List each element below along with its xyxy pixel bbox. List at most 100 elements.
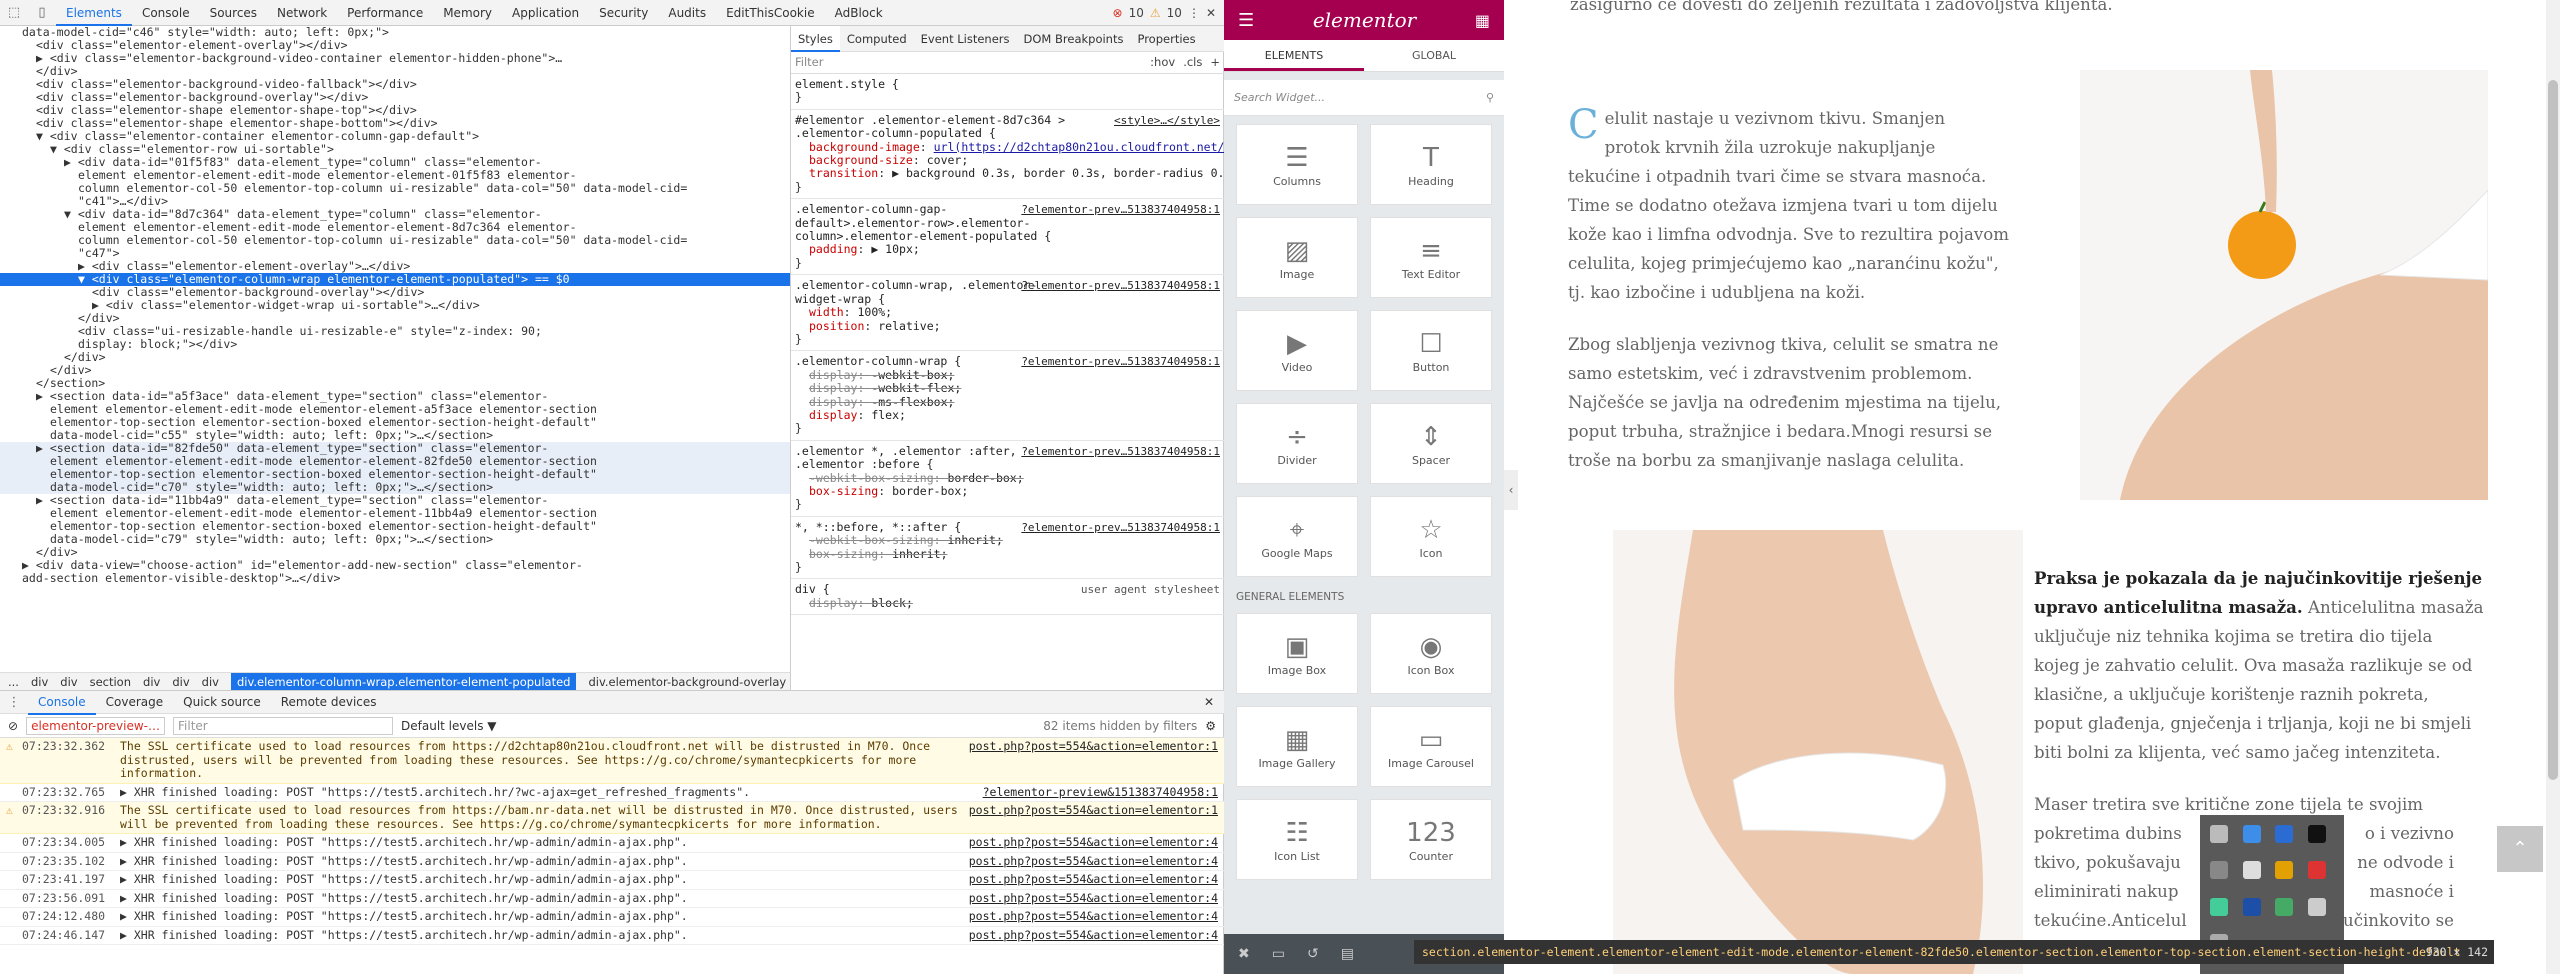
css-declaration[interactable]: display: -webkit-box; (795, 368, 1220, 382)
dom-tree-line[interactable]: "c47"> (0, 247, 790, 260)
tray-app-icon[interactable] (2210, 897, 2228, 916)
dom-tree-line[interactable]: <div class="ui-resizable-handle ui-resiz… (0, 325, 790, 338)
drawer-close-icon[interactable]: ✕ (1204, 695, 1224, 709)
devtools-tab[interactable]: AdBlock (825, 0, 893, 26)
widget-icon-list[interactable]: ☷ Icon List (1236, 799, 1358, 880)
css-declaration[interactable]: -webkit-box-sizing: border-box; (795, 471, 1220, 485)
drawer-menu-icon[interactable]: ⋮ (0, 695, 28, 710)
css-declaration[interactable]: position: relative; (795, 319, 1220, 333)
styles-tab[interactable]: Computed (840, 26, 914, 52)
dom-tree-line[interactable]: ▶ <div class="elementor-widget-wrap ui-s… (0, 299, 790, 312)
css-declaration[interactable]: width: 100%; (795, 305, 1220, 319)
dom-tree-line[interactable]: </section> (0, 377, 790, 390)
dom-tree-line[interactable]: ▶ <div data-id="01f5f83" data-element_ty… (0, 156, 790, 169)
elements-dom-tree[interactable]: data-model-cid="c46" style="width: auto;… (0, 26, 790, 672)
collapse-panel-icon[interactable]: ‹ (1504, 470, 1518, 510)
widget-heading[interactable]: T Heading (1370, 124, 1492, 205)
console-source-link[interactable]: post.php?post=554&action=elementor:4 (969, 928, 1218, 943)
dom-tree-line[interactable]: ▶ <section data-id="11bb4a9" data-elemen… (0, 494, 790, 507)
dom-tree-line[interactable]: data-model-cid="c55" style="width: auto;… (0, 429, 790, 442)
tray-app-icon[interactable] (2275, 861, 2293, 880)
dom-tree-line[interactable]: </div> (0, 364, 790, 377)
inspect-element-icon[interactable]: ⬚ (0, 5, 28, 20)
responsive-mode-icon[interactable]: ▭ (1272, 946, 1285, 962)
elementor-tab[interactable]: GLOBAL (1364, 40, 1504, 71)
device-toolbar-icon[interactable]: ▯ (28, 5, 56, 20)
console-text[interactable]: ▶ XHR finished loading: POST "https://te… (120, 785, 973, 800)
css-declaration[interactable]: display: -webkit-flex; (795, 381, 1220, 395)
console-text[interactable]: ▶ XHR finished loading: POST "https://te… (120, 909, 959, 924)
console-source-link[interactable]: post.php?post=554&action=elementor:4 (969, 891, 1218, 906)
devtools-tab[interactable]: Sources (200, 0, 267, 26)
dom-tree-line[interactable]: <div class="elementor-shape elementor-sh… (0, 117, 790, 130)
widget-counter[interactable]: 123 Counter (1370, 799, 1492, 880)
breadcrumb-item[interactable]: div (31, 675, 48, 689)
tray-security-icon[interactable] (2275, 897, 2293, 916)
dom-tree-line[interactable]: ▼ <div data-id="8d7c364" data-element_ty… (0, 208, 790, 221)
tray-dropbox-icon[interactable] (2242, 825, 2261, 843)
styles-tab[interactable]: Properties (1130, 26, 1202, 52)
css-declaration[interactable]: box-sizing: inherit; (795, 547, 1220, 561)
styles-filter-tool[interactable]: .cls (1183, 55, 1202, 69)
tray-app-icon[interactable] (2242, 897, 2261, 916)
warning-count[interactable]: 10 (1167, 6, 1182, 20)
widget-button[interactable]: ☐ Button (1370, 310, 1492, 391)
console-text[interactable]: ▶ XHR finished loading: POST "https://te… (120, 835, 959, 850)
console-text[interactable]: The SSL certificate used to load resourc… (120, 803, 959, 831)
dom-tree-line[interactable]: <div class="elementor-background-video-f… (0, 78, 790, 91)
dom-tree-line[interactable]: ▶ <div class="elementor-background-video… (0, 52, 790, 65)
warning-icon[interactable]: ⚠ (1150, 6, 1161, 20)
drawer-tab[interactable]: Remote devices (271, 689, 387, 715)
widget-text-editor[interactable]: ≡ Text Editor (1370, 217, 1492, 298)
console-filter-input[interactable]: Filter (173, 716, 394, 735)
css-declaration[interactable]: display: flex; (795, 408, 1220, 422)
devtools-tab[interactable]: Memory (433, 0, 502, 26)
console-source-link[interactable]: post.php?post=554&action=elementor:4 (969, 872, 1218, 887)
close-icon[interactable]: ✕ (1206, 6, 1216, 20)
css-declaration[interactable]: transition: ▶ background 0.3s, border 0.… (795, 167, 1224, 180)
console-settings-icon[interactable]: ⚙ (1205, 719, 1224, 733)
css-declaration[interactable]: background-image: url(https://d2chtap80n… (795, 140, 1224, 154)
css-declaration[interactable]: -webkit-box-sizing: inherit; (795, 533, 1220, 547)
console-source-link[interactable]: post.php?post=554&action=elementor:4 (969, 854, 1218, 869)
history-icon[interactable]: ↺ (1307, 946, 1319, 962)
dom-tree-line[interactable]: data-model-cid="c79" style="width: auto;… (0, 533, 790, 546)
styles-tab[interactable]: Event Listeners (914, 26, 1017, 52)
devtools-tab[interactable]: Network (267, 0, 337, 26)
css-declaration[interactable]: display: block; (795, 596, 1220, 610)
console-text[interactable]: ▶ XHR finished loading: POST "https://te… (120, 928, 959, 943)
widget-search[interactable]: Search Widget... ⚲ (1224, 80, 1504, 116)
dom-tree-line[interactable]: display: block;"></div> (0, 338, 790, 351)
widget-image[interactable]: ▨ Image (1236, 217, 1358, 298)
widget-icon-box[interactable]: ◉ Icon Box (1370, 613, 1492, 694)
breadcrumb-item[interactable]: div (172, 675, 189, 689)
drawer-tab[interactable]: Console (28, 689, 96, 715)
dom-tree-line[interactable]: ▶ <div data-view="choose-action" id="ele… (0, 559, 790, 572)
styles-filter-input[interactable]: Filter (795, 55, 823, 69)
navigator-icon[interactable]: ▤ (1341, 946, 1354, 962)
widget-google-maps[interactable]: ⌖ Google Maps (1236, 496, 1358, 577)
clear-console-icon[interactable]: ⊘ (8, 719, 18, 733)
dom-tree-line[interactable]: <div class="elementor-element-overlay"><… (0, 39, 790, 52)
console-source-link[interactable]: post.php?post=554&action=elementor:1 (969, 803, 1218, 831)
console-source-link[interactable]: post.php?post=554&action=elementor:4 (969, 835, 1218, 850)
widget-video[interactable]: ▶ Video (1236, 310, 1358, 391)
widget-spacer[interactable]: ⇕ Spacer (1370, 403, 1492, 484)
drawer-tab[interactable]: Quick source (173, 689, 271, 715)
dom-tree-line[interactable]: column elementor-col-50 elementor-top-co… (0, 234, 790, 247)
hamburger-menu-icon[interactable]: ☰ (1238, 10, 1254, 31)
breadcrumb-item[interactable]: div (202, 675, 219, 689)
dom-tree-line[interactable]: ▶ <section data-id="82fde50" data-elemen… (0, 442, 790, 455)
widget-image-gallery[interactable]: ▦ Image Gallery (1236, 706, 1358, 787)
styles-filter-tool[interactable]: + (1210, 55, 1220, 69)
dom-tree-line[interactable]: "c41">…</div> (0, 195, 790, 208)
dom-tree-line[interactable]: ▶ <section data-id="a5f3ace" data-elemen… (0, 390, 790, 403)
drawer-tab[interactable]: Coverage (96, 689, 174, 715)
elementor-tab[interactable]: ELEMENTS (1224, 40, 1364, 71)
devtools-tab[interactable]: Application (502, 0, 589, 26)
tray-app-icon[interactable] (2307, 825, 2326, 843)
tray-app-icon[interactable] (2307, 861, 2326, 880)
console-source-link[interactable]: ?elementor-preview&1513837404958:1 (983, 785, 1218, 800)
breadcrumb-item[interactable]: div (143, 675, 160, 689)
dom-tree-line[interactable]: </div> (0, 312, 790, 325)
